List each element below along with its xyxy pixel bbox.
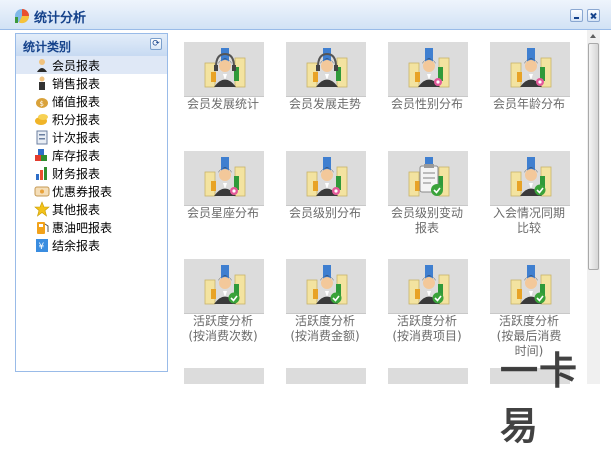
category-item[interactable]: 惠油吧报表: [16, 218, 167, 236]
category-item[interactable]: 会员报表: [16, 56, 167, 74]
window-title: 统计分析: [34, 11, 87, 26]
scroll-up-icon[interactable]: [587, 30, 600, 43]
category-item[interactable]: 财务报表: [16, 164, 167, 182]
report-label: 会员发展统计: [186, 97, 259, 111]
report-thumbnail: [286, 151, 366, 206]
report-label: 活跃度分析 (按消费次数): [188, 314, 258, 343]
report-thumbnail: [184, 151, 264, 206]
star-icon: [34, 201, 50, 217]
scroll-thumb[interactable]: [588, 43, 599, 270]
count-sheet-icon: [36, 130, 48, 145]
category-label: 积分报表: [52, 113, 101, 127]
category-item[interactable]: 积分报表: [16, 110, 167, 128]
report-thumbnail: [184, 42, 264, 97]
close-button[interactable]: [587, 9, 600, 22]
money-bag-icon: $: [36, 98, 48, 108]
category-panel-header: 统计类别 ⟳: [16, 34, 167, 57]
category-list: 会员报表销售报表 $ 储值报表积分报表计次报表库存报表财务报表优惠券报表其他报表惠油…: [16, 56, 167, 254]
category-label: 惠油吧报表: [52, 221, 113, 235]
report-thumbnail: [286, 368, 366, 384]
report-label: 会员星座分布: [186, 206, 259, 220]
member-icon: [37, 59, 47, 72]
stock-cubes-icon: [35, 149, 47, 161]
points-coins-icon: [35, 114, 48, 125]
vertical-scrollbar[interactable]: [587, 30, 600, 384]
report-thumbnail: [490, 42, 570, 97]
category-item[interactable]: $ 储值报表: [16, 92, 167, 110]
member-chart-check-icon: [408, 265, 450, 305]
report-label: 会员级别变动 报表: [390, 206, 463, 235]
category-label: 结余报表: [52, 239, 101, 253]
category-label: 计次报表: [52, 131, 101, 145]
report-thumbnail: [388, 42, 468, 97]
report-label: 会员发展走势: [288, 97, 361, 111]
category-label: 会员报表: [52, 59, 101, 73]
finance-chart-icon: [36, 167, 47, 180]
member-chart-check-icon: [306, 265, 348, 305]
report-thumbnail: [388, 259, 468, 314]
category-item[interactable]: 其他报表: [16, 200, 167, 218]
report-thumbnail: [490, 151, 570, 206]
category-item[interactable]: ¥ 结余报表: [16, 236, 167, 254]
brand-watermark: 一卡易: [500, 349, 579, 448]
chart-app-icon: [15, 9, 30, 24]
category-label: 销售报表: [52, 77, 101, 91]
category-label: 财务报表: [52, 167, 101, 181]
coupon-icon: [34, 186, 50, 197]
report-thumbnail: [388, 368, 468, 384]
report-thumbnail: [286, 259, 366, 314]
fuel-icon: [37, 222, 49, 234]
category-panel-title: 统计类别: [23, 40, 72, 54]
report-label: 会员级别分布: [288, 206, 361, 220]
report-label: 入会情况同期 比较: [492, 206, 565, 235]
category-panel: 统计类别 ⟳ 会员报表销售报表 $ 储值报表积分报表计次报表库存报表财务报表优惠券报…: [15, 33, 168, 372]
report-label: 会员年龄分布: [492, 97, 565, 111]
report-thumbnail: [388, 151, 468, 206]
headset-chart-icon: [306, 48, 348, 88]
category-item[interactable]: 库存报表: [16, 146, 167, 164]
member-chart-icon: [510, 48, 552, 88]
member-chart-check-icon: [204, 265, 246, 305]
headset-chart-icon: [204, 48, 246, 88]
category-label: 储值报表: [52, 95, 101, 109]
category-label: 库存报表: [52, 149, 101, 163]
category-item[interactable]: 优惠券报表: [16, 182, 167, 200]
report-thumbnail: [184, 368, 264, 384]
minimize-button[interactable]: [570, 9, 583, 22]
category-label: 其他报表: [52, 203, 101, 217]
report-thumbnail: [490, 259, 570, 314]
clipboard-chart-icon: [408, 157, 450, 197]
report-thumbnail: [286, 42, 366, 97]
category-item[interactable]: 计次报表: [16, 128, 167, 146]
report-label: 活跃度分析 (按消费金额): [290, 314, 360, 343]
member-chart-check-icon: [510, 157, 552, 197]
svg-text:¥: ¥: [39, 242, 45, 252]
report-label: 会员性别分布: [390, 97, 463, 111]
report-grid: 会员发展统计 会员发展走势 会员性别分布 会员年龄分布会员星座分布 会员级别分布 会员级别…: [172, 30, 583, 384]
member-chart-icon: [306, 157, 348, 197]
report-thumbnail: [184, 259, 264, 314]
title-bar: 统计分析: [0, 0, 611, 30]
refresh-icon[interactable]: ⟳: [150, 38, 162, 50]
svg-text:$: $: [40, 100, 44, 108]
member-chart-icon: [408, 48, 450, 88]
balance-icon: ¥: [36, 239, 48, 252]
category-label: 优惠券报表: [52, 185, 113, 199]
report-label: 活跃度分析 (按消费项目): [392, 314, 462, 343]
member-chart-check-icon: [510, 265, 552, 305]
sales-icon: [39, 76, 45, 90]
category-item[interactable]: 销售报表: [16, 74, 167, 92]
member-chart-icon: [204, 157, 246, 197]
